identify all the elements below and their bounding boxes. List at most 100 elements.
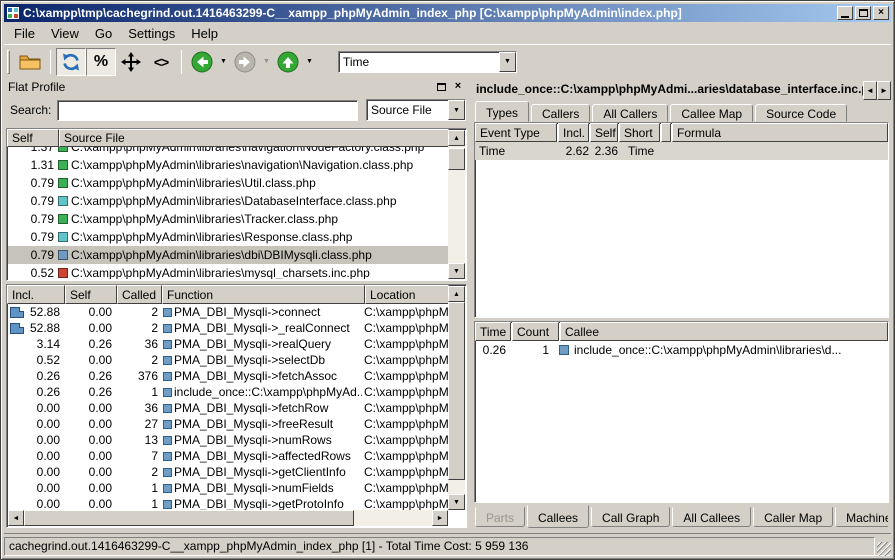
function-row[interactable]: 3.140.2636PMA_DBI_Mysqli->realQueryC:\xa…	[8, 336, 448, 352]
search-input[interactable]	[57, 100, 358, 121]
tab-all-callers[interactable]: All Callers	[592, 104, 668, 122]
tab-source-code[interactable]: Source Code	[755, 104, 847, 122]
menu-file[interactable]: File	[6, 24, 43, 43]
source-file-row[interactable]: 1.31C:\xampp\phpMyAdmin\libraries\naviga…	[8, 156, 448, 174]
percent-button[interactable]: %	[86, 48, 116, 76]
tab-call-graph[interactable]: Call Graph	[591, 507, 670, 527]
column-header-formula[interactable]: Formula	[672, 123, 888, 142]
scroll-thumb[interactable]	[448, 148, 465, 170]
function-row[interactable]: 0.260.26376PMA_DBI_Mysqli->fetchAssocC:\…	[8, 368, 448, 384]
column-header-function[interactable]: Function	[162, 285, 365, 304]
title-bar[interactable]: C:\xampp\tmp\cachegrind.out.1416463299-C…	[4, 4, 891, 22]
menu-settings[interactable]: Settings	[120, 24, 183, 43]
column-header-source-file[interactable]: Source File	[59, 129, 449, 147]
function-row[interactable]: 52.880.002PMA_DBI_Mysqli->_realConnectC:…	[8, 320, 448, 336]
tab-scroll-right-icon[interactable]: ►	[877, 81, 891, 100]
tab-callee-map[interactable]: Callee Map	[670, 104, 753, 122]
function-row[interactable]: 0.000.0036PMA_DBI_Mysqli->fetchRowC:\xam…	[8, 400, 448, 416]
scroll-track[interactable]	[448, 302, 465, 494]
dock-title: Flat Profile	[8, 80, 431, 94]
source-file-row[interactable]: 1.37C:\xampp\phpMyAdmin\libraries\naviga…	[8, 147, 448, 156]
group-by-dropdown-button[interactable]: ▼	[448, 100, 465, 120]
scroll-right-icon[interactable]: ►	[432, 510, 448, 526]
open-file-button[interactable]	[15, 48, 45, 76]
called-cell: 36	[116, 401, 160, 415]
column-header-location[interactable]: Location	[365, 285, 449, 304]
scroll-down-icon[interactable]: ▼	[448, 263, 465, 279]
function-row[interactable]: 0.520.002PMA_DBI_Mysqli->selectDbC:\xamp…	[8, 352, 448, 368]
function-row[interactable]: 0.260.261include_once::C:\xampp\phpMyAd.…	[8, 384, 448, 400]
source-file-row[interactable]: 0.52C:\xampp\phpMyAdmin\libraries\mysql_…	[8, 264, 448, 279]
column-header-called[interactable]: Called	[117, 285, 162, 304]
source-file-row[interactable]: 0.79C:\xampp\phpMyAdmin\libraries\Util.c…	[8, 174, 448, 192]
event-type-select[interactable]: Time ▼	[338, 51, 517, 73]
tab-scroll-left-icon[interactable]: ◄	[863, 81, 877, 100]
function-table-vscrollbar[interactable]: ▲ ▼	[448, 286, 465, 510]
source-file-row[interactable]: 0.79C:\xampp\phpMyAdmin\libraries\Tracke…	[8, 210, 448, 228]
menu-help[interactable]: Help	[183, 24, 226, 43]
function-row[interactable]: 0.000.002PMA_DBI_Mysqli->getClientInfoC:…	[8, 464, 448, 480]
column-header-callee[interactable]: Callee	[560, 322, 888, 341]
close-button[interactable]: ×	[873, 6, 889, 20]
function-row[interactable]: 52.880.002PMA_DBI_Mysqli->connectC:\xamp…	[8, 304, 448, 320]
event-type-dropdown-button[interactable]: ▼	[499, 52, 516, 72]
function-row[interactable]: 0.000.0013PMA_DBI_Mysqli->numRowsC:\xamp…	[8, 432, 448, 448]
event-type-row[interactable]: Time 2.62 2.36 Time	[475, 142, 888, 160]
file-path: C:\xampp\phpMyAdmin\libraries\DatabaseIn…	[71, 194, 397, 208]
tab-caller-map[interactable]: Caller Map	[753, 507, 833, 527]
up-dropdown[interactable]: ▼	[303, 48, 316, 76]
scroll-left-icon[interactable]: ◄	[8, 510, 24, 526]
called-cell: 36	[116, 337, 160, 351]
callee-row[interactable]: 0.26 1 include_once::C:\xampp\phpMyAdmin…	[475, 341, 888, 359]
function-row[interactable]: 0.000.001PMA_DBI_Mysqli->getProtoInfoC:\…	[8, 496, 448, 510]
dock-title-bar[interactable]: Flat Profile ×	[4, 78, 469, 95]
column-header-self[interactable]: Self	[590, 123, 618, 142]
reload-button[interactable]	[56, 48, 86, 76]
menu-view[interactable]: View	[43, 24, 87, 43]
column-header-short[interactable]: Short	[619, 123, 660, 142]
tab-types[interactable]: Types	[475, 101, 529, 122]
source-file-row[interactable]: 0.79C:\xampp\phpMyAdmin\libraries\Respon…	[8, 228, 448, 246]
group-by-select[interactable]: Source File ▼	[366, 99, 466, 121]
column-header-event-type[interactable]: Event Type	[475, 123, 557, 142]
scroll-thumb[interactable]	[24, 510, 354, 526]
close-dock-button[interactable]: ×	[451, 80, 465, 93]
column-header-spacer[interactable]	[661, 123, 671, 142]
minimize-button[interactable]	[837, 6, 853, 20]
scroll-up-icon[interactable]: ▲	[448, 286, 465, 302]
column-header-incl[interactable]: Incl.	[7, 285, 65, 304]
back-dropdown[interactable]: ▼	[217, 48, 230, 76]
scroll-track[interactable]	[448, 146, 465, 263]
source-file-list-header: Self Source File	[7, 129, 449, 147]
tab-callers[interactable]: Callers	[531, 104, 590, 122]
float-dock-button[interactable]	[434, 80, 448, 93]
source-file-row[interactable]: 0.79C:\xampp\phpMyAdmin\libraries\dbi\DB…	[8, 246, 448, 264]
menu-go[interactable]: Go	[87, 24, 120, 43]
function-row[interactable]: 0.000.0027PMA_DBI_Mysqli->freeResultC:\x…	[8, 416, 448, 432]
column-header-incl[interactable]: Incl.	[558, 123, 589, 142]
column-header-self[interactable]: Self	[65, 285, 117, 304]
scroll-down-icon[interactable]: ▼	[448, 494, 465, 510]
resize-grip-icon[interactable]	[877, 542, 891, 556]
maximize-button[interactable]	[855, 6, 871, 20]
function-table-hscrollbar[interactable]: ◄ ►	[8, 510, 448, 526]
up-button[interactable]	[273, 48, 303, 76]
source-list-vscrollbar[interactable]: ▲ ▼	[448, 130, 465, 279]
column-header-count[interactable]: Count	[512, 322, 559, 341]
source-file-row[interactable]: 0.79C:\xampp\phpMyAdmin\libraries\Databa…	[8, 192, 448, 210]
column-header-self[interactable]: Self	[7, 129, 59, 147]
function-row[interactable]: 0.000.001PMA_DBI_Mysqli->numFieldsC:\xam…	[8, 480, 448, 496]
scroll-up-icon[interactable]: ▲	[448, 130, 465, 146]
relative-cost-button[interactable]: <>	[146, 48, 176, 76]
called-cell: 13	[116, 433, 160, 447]
scroll-track[interactable]	[24, 510, 432, 526]
tab-machine[interactable]: Machine	[835, 507, 888, 527]
scroll-thumb[interactable]	[448, 302, 465, 480]
back-button[interactable]	[187, 48, 217, 76]
tab-all-callees[interactable]: All Callees	[672, 507, 751, 527]
toolbar-grip[interactable]	[7, 50, 10, 74]
column-header-time[interactable]: Time	[475, 322, 511, 341]
tab-callees[interactable]: Callees	[527, 505, 589, 528]
cycle-detection-button[interactable]	[116, 48, 146, 76]
function-row[interactable]: 0.000.007PMA_DBI_Mysqli->affectedRowsC:\…	[8, 448, 448, 464]
